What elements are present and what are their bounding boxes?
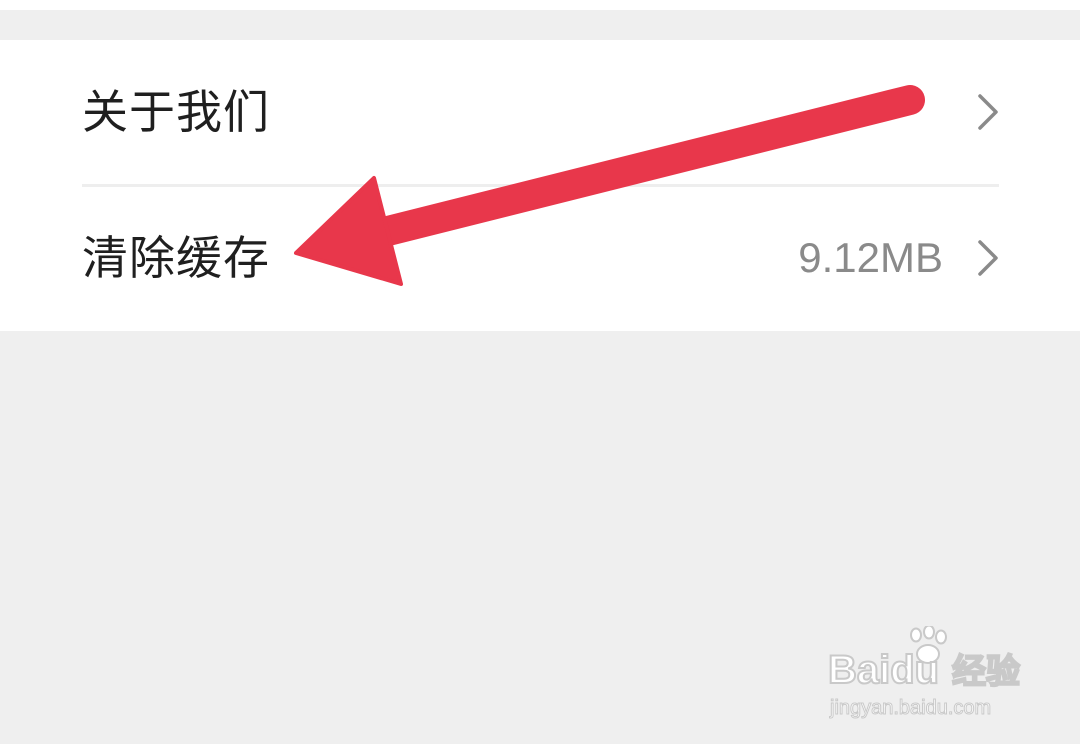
settings-item-about-us[interactable]: 关于我们 (0, 40, 1080, 187)
settings-item-clear-cache[interactable]: 清除缓存 9.12MB (0, 186, 1080, 331)
chevron-right-icon (978, 240, 998, 276)
settings-item-label: 清除缓存 (82, 231, 270, 285)
cache-size-value: 9.12MB (798, 234, 943, 281)
watermark-brand: Baidu (827, 647, 940, 693)
settings-item-label: 关于我们 (82, 85, 270, 139)
paw-icon (910, 626, 947, 664)
baidu-watermark: Baidu 经验 jingyan.baidu.com (826, 626, 1026, 722)
chevron-right-icon (978, 94, 998, 130)
watermark-url: jingyan.baidu.com (829, 697, 992, 720)
watermark-sub: 经验 (951, 651, 1021, 693)
settings-list: 关于我们 清除缓存 9.12MB (0, 40, 1080, 331)
status-area (0, 0, 1080, 10)
